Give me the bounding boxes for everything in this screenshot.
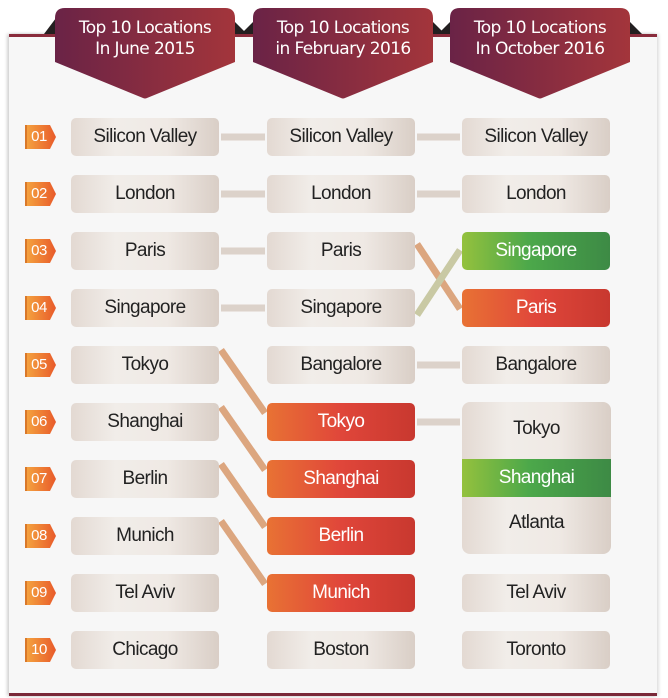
rank-badge: 01 xyxy=(25,125,56,149)
location-october-2016: Bangalore xyxy=(462,346,610,384)
rank-badge: 03 xyxy=(25,239,56,263)
location-february-2016: London xyxy=(267,175,415,213)
rank-number: 06 xyxy=(31,413,47,430)
rank-number: 09 xyxy=(31,584,47,601)
location-october-2016: London xyxy=(462,175,610,213)
rank-badge: 04 xyxy=(25,296,56,320)
location-june-2015: Chicago xyxy=(71,631,219,669)
location-june-2015: Berlin xyxy=(71,460,219,498)
location-june-2015: Tel Aviv xyxy=(71,574,219,612)
location-june-2015: Singapore xyxy=(71,289,219,327)
location-october-2016: Singapore xyxy=(462,232,610,270)
location-october-2016: Silicon Valley xyxy=(462,118,610,156)
connector-jun-feb xyxy=(218,404,268,473)
location-june-2015: Paris xyxy=(71,232,219,270)
location-february-2016: Bangalore xyxy=(267,346,415,384)
rank-number: 07 xyxy=(31,470,47,487)
location-october-2016: Paris xyxy=(462,289,610,327)
rank-badge: 10 xyxy=(25,638,56,662)
rank-badge: 02 xyxy=(25,182,56,206)
rank-number: 08 xyxy=(31,527,47,544)
rank-badge: 09 xyxy=(25,581,56,605)
rank-number: 10 xyxy=(31,641,47,658)
rank-badge: 05 xyxy=(25,353,56,377)
rank-number: 04 xyxy=(31,299,47,316)
rank-number: 05 xyxy=(31,356,47,373)
location-february-2016: Berlin xyxy=(267,517,415,555)
location-february-2016: Munich xyxy=(267,574,415,612)
location-october-2016: Toronto xyxy=(462,631,610,669)
location-june-2015: Munich xyxy=(71,517,219,555)
location-february-2016: Singapore xyxy=(267,289,415,327)
rank-number: 03 xyxy=(31,242,47,259)
location-february-2016: Shanghai xyxy=(267,460,415,498)
tied-rank-group: Tokyo Shanghai Atlanta xyxy=(462,402,611,554)
rank-number: 02 xyxy=(31,185,47,202)
rank-badge: 08 xyxy=(25,524,56,548)
location-october-2016: Shanghai xyxy=(462,459,611,497)
location-october-2016: Tokyo xyxy=(513,418,560,439)
connector-jun-feb xyxy=(218,461,268,530)
location-october-2016: Tel Aviv xyxy=(462,574,610,612)
connector-jun-feb xyxy=(218,518,268,587)
location-june-2015: London xyxy=(71,175,219,213)
connector-jun-feb xyxy=(218,347,268,416)
location-october-2016: Atlanta xyxy=(509,512,565,533)
location-february-2016: Silicon Valley xyxy=(267,118,415,156)
location-february-2016: Boston xyxy=(267,631,415,669)
rank-badge: 07 xyxy=(25,467,56,491)
location-february-2016: Paris xyxy=(267,232,415,270)
location-june-2015: Shanghai xyxy=(71,403,219,441)
rank-number: 01 xyxy=(31,128,47,145)
location-june-2015: Silicon Valley xyxy=(71,118,219,156)
rank-badge: 06 xyxy=(25,410,56,434)
location-february-2016: Tokyo xyxy=(267,403,415,441)
location-june-2015: Tokyo xyxy=(71,346,219,384)
